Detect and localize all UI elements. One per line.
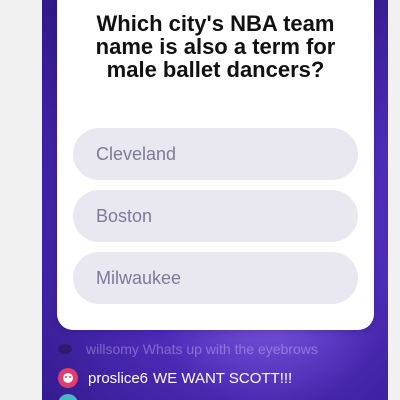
chat-message-text: Whats up with the eyebrows [142, 341, 318, 357]
question-text: Which city's NBA team name is also a ter… [95, 11, 336, 82]
avatar [58, 344, 72, 354]
question-card: Which city's NBA team name is also a ter… [57, 0, 374, 330]
avatar-face [63, 373, 73, 383]
answer-option-cleveland[interactable]: Cleveland [73, 128, 358, 180]
chat-message-faded: willsomy Whats up with the eyebrows [58, 341, 318, 357]
trivia-screen: Which city's NBA team name is also a ter… [42, 0, 388, 400]
chat-username: proslice6 [88, 369, 149, 387]
avatar [58, 394, 78, 400]
answer-option-boston[interactable]: Boston [73, 190, 358, 242]
smiley-face-icon [58, 368, 78, 388]
chat-username: willsomy [86, 341, 139, 357]
answer-option-milwaukee[interactable]: Milwaukee [73, 252, 358, 304]
chat-message-text: WE WANT SCOTT!!! [153, 369, 293, 387]
chat-message: proslice6 WE WANT SCOTT!!! [58, 368, 292, 388]
screen: Which city's NBA team name is also a ter… [0, 0, 400, 400]
